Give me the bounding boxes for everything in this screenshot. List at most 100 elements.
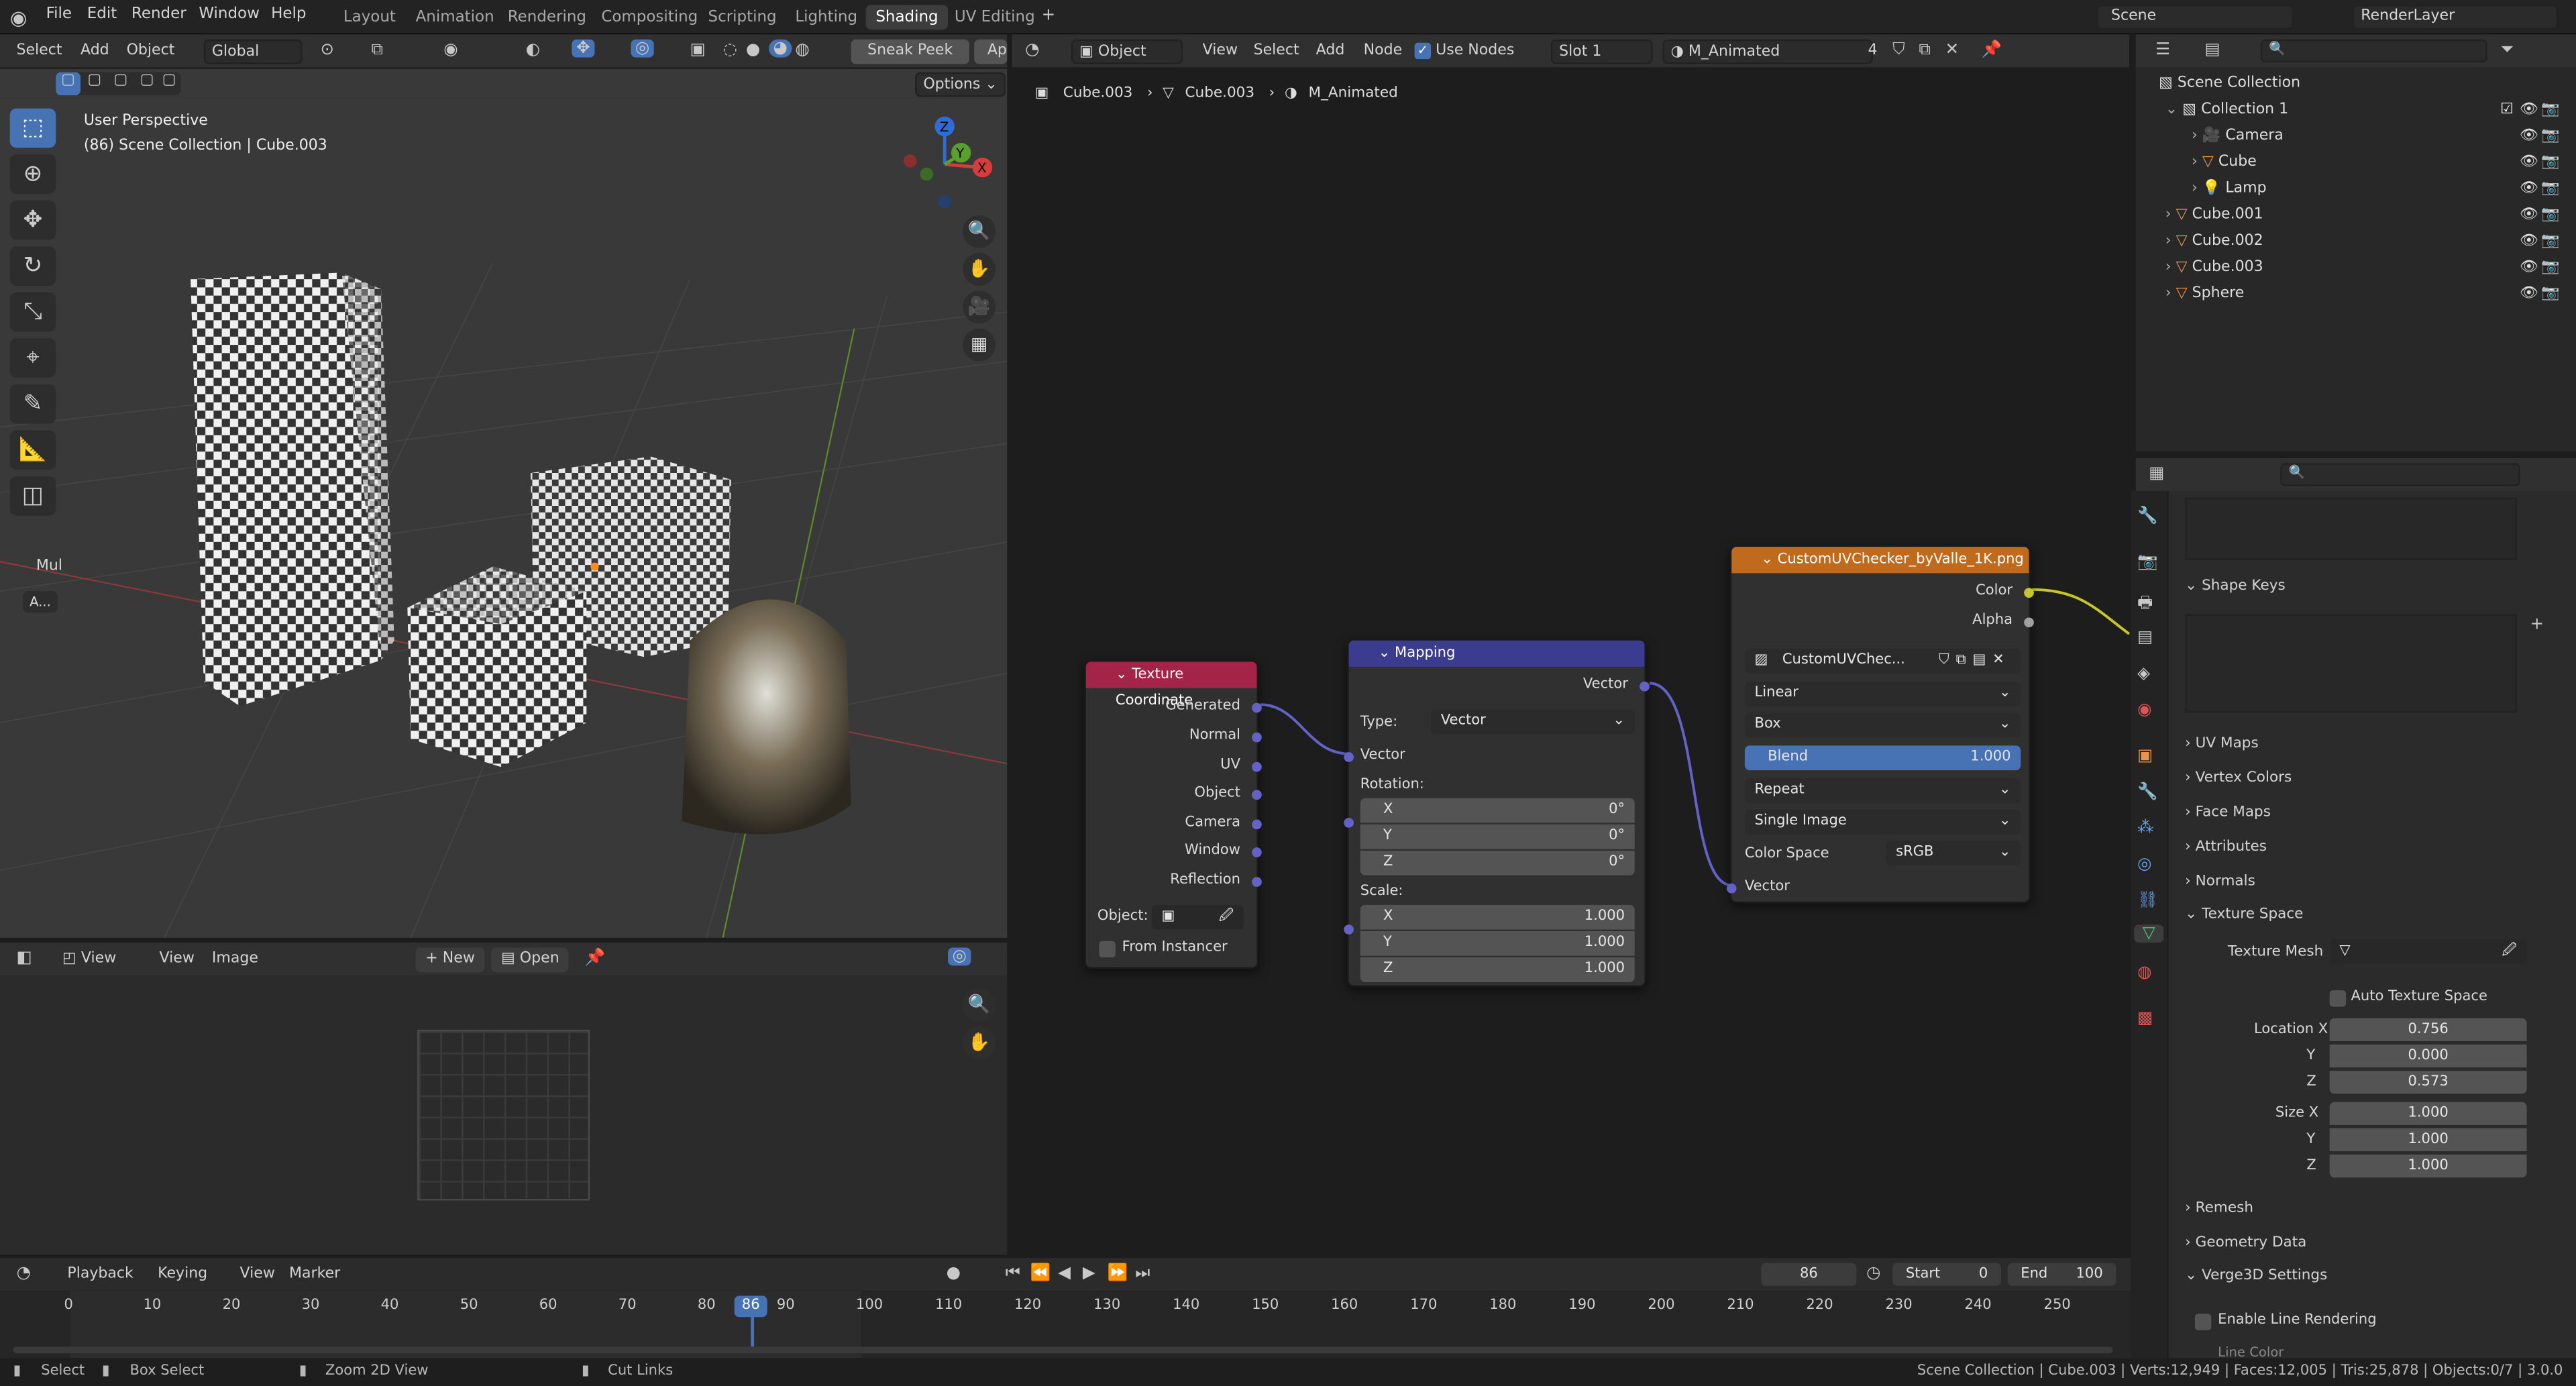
tab-layout[interactable]: Layout [333,5,405,30]
socket-camera[interactable] [1252,819,1262,830]
scale-x-field[interactable]: X 1.000 [1360,904,1635,930]
select-new-icon[interactable]: ▢ [56,72,81,95]
navigation-gizmo[interactable]: Z X Y [894,111,999,217]
attributes-panel[interactable]: › Attributes [2185,831,2267,864]
outliner-display-mode-icon[interactable]: ▤ [2205,41,2220,59]
tab-compositing[interactable]: Compositing [592,5,708,30]
output-tab-icon[interactable]: 🖶 [2137,591,2153,619]
image-node-header[interactable]: ⌄ CustomUVChecker_byValle_1K.png [1731,547,2029,574]
socket-normal[interactable] [1252,732,1262,743]
shading-solid-icon[interactable]: ● [746,41,760,59]
outliner-scene-collection[interactable]: ▧ Scene Collection [2159,70,2300,97]
mapping-node-header[interactable]: ⌄ Mapping [1348,640,1645,667]
size-y-field[interactable]: 1.000 [2329,1128,2527,1152]
particles-tab-icon[interactable]: ⁂ [2137,820,2153,838]
shading-wireframe-icon[interactable]: ◌ [723,41,737,59]
menu-render[interactable]: Render [131,5,186,23]
mapping-output-socket[interactable] [1640,681,1650,692]
texcoord-node-header[interactable]: ⌄ Texture Coordinate [1085,661,1257,710]
rotation-input-socket[interactable] [1344,818,1354,828]
ap-button[interactable]: Ap [974,39,1008,64]
image-zoom-icon[interactable]: 🔍 [963,988,996,1022]
line-rendering-checkbox[interactable] [2194,1314,2212,1330]
image-unlink-icon[interactable]: ✕ [1992,652,2010,668]
auto-texture-space-checkbox[interactable] [2329,990,2347,1007]
render-camera-icon[interactable]: 📷 [2541,281,2559,307]
render-camera-icon[interactable]: 📷 [2541,202,2559,228]
editor-type-icon[interactable]: ◧ [16,949,32,967]
face-maps-panel[interactable]: › Face Maps [2185,796,2271,829]
outliner-item[interactable]: › 🎥 Camera 👁 📷 [2192,123,2560,150]
color-output-socket[interactable] [2024,588,2034,598]
render-camera-icon[interactable]: 📷 [2541,254,2559,280]
zoom-icon[interactable]: 🔍 [963,215,996,248]
options-dropdown[interactable]: Options ⌄ [915,72,1006,97]
source-dropdown[interactable]: Single Image ⌄ [1744,809,2021,835]
select-subtract-icon[interactable]: ▢ [109,72,133,89]
cursor-tool-icon[interactable]: ⊕ [9,154,56,194]
sneak-peek-button[interactable]: Sneak Peek [851,39,969,64]
render-camera-icon[interactable]: 📷 [2541,176,2559,202]
material-users-count[interactable]: 4 [1868,40,1878,64]
texture-space-panel[interactable]: ⌄ Texture Space [2185,898,2303,931]
keying-menu[interactable]: Keying [158,1263,207,1288]
uv-maps-panel[interactable]: › UV Maps [2185,727,2259,760]
next-key-icon[interactable]: ⏩ [1108,1265,1128,1283]
select-intersect-icon[interactable]: ▢ [158,72,180,89]
timeline-area[interactable]: 0 10 20 30 40 50 60 70 80 90 100 110 120 130 140 150 160… [0,1291,2131,1358]
location-x-field[interactable]: 0.756 [2329,1018,2527,1042]
texture-coordinate-node[interactable]: ⌄ Texture Coordinate Generated Normal UV… [1084,660,1262,969]
tab-rendering[interactable]: Rendering [498,5,596,30]
blender-logo-icon[interactable]: ◉ [10,7,28,30]
image-texture-node[interactable]: ⌄ CustomUVChecker_byValle_1K.png Color A… [1726,545,2034,904]
image-pan-icon[interactable]: ✋ [963,1026,996,1059]
render-camera-icon[interactable]: 📷 [2541,123,2559,150]
orientation-dropdown[interactable]: Global [203,39,303,64]
visibility-eye-icon[interactable]: 👁 [2520,150,2538,176]
clock-icon[interactable]: ◷ [1866,1265,1880,1283]
socket-object[interactable] [1252,790,1262,800]
projection-dropdown[interactable]: Box ⌄ [1744,712,2021,738]
viewport-object-menu[interactable]: Object [127,40,175,64]
tab-lighting[interactable]: Lighting [786,5,867,30]
marker-menu[interactable]: Marker [289,1263,340,1288]
outliner-item[interactable]: › ▽ Cube.002 👁 📷 [2165,228,2560,254]
world-tab-icon[interactable]: ◉ [2137,701,2151,719]
visibility-eye-icon[interactable]: 👁 [2520,254,2538,280]
record-icon[interactable]: ● [947,1265,961,1283]
rotation-x-field[interactable]: X 0° [1360,798,1635,823]
duplicate-material-icon[interactable]: ⧉ [1919,41,1930,59]
select-difference-icon[interactable]: ▢ [135,72,160,89]
render-camera-icon[interactable]: 📷 [2541,150,2559,176]
socket-reflection[interactable] [1252,877,1262,887]
normals-panel[interactable]: › Normals [2185,865,2255,898]
tab-shading[interactable]: Shading [865,5,949,30]
measure-tool-icon[interactable]: 📐 [9,430,56,470]
scale-tool-icon[interactable]: ⤡ [9,292,56,332]
proportional-icon[interactable]: ◉ [443,41,458,59]
add-shape-key-icon[interactable]: + [2530,616,2544,634]
node-add-menu[interactable]: Add [1316,40,1345,64]
tool-tab-icon[interactable]: 🔧 [2137,507,2157,525]
location-y-field[interactable]: 0.000 [2329,1044,2527,1068]
node-editor-type-icon[interactable]: ◔ [1025,41,1039,59]
timeline-view-menu[interactable]: View [240,1263,275,1288]
timeline-scrollbar[interactable] [13,1346,2113,1354]
shape-keys-panel[interactable]: ⌄ Shape Keys [2185,570,2286,602]
unlink-material-icon[interactable]: ✕ [1945,41,1960,59]
constraints-tab-icon[interactable]: ⛓ [2137,892,2158,910]
rotation-z-field[interactable]: Z 0° [1360,851,1635,875]
node-node-menu[interactable]: Node [1364,40,1403,64]
image-duplicate-icon[interactable]: ⧉ [1956,652,1973,668]
image-image-menu[interactable]: Image [212,947,258,972]
image-overlay-icon[interactable]: ◎ [948,947,971,966]
outliner-item[interactable]: › ▽ Cube.001 👁 📷 [2165,202,2560,228]
properties-type-icon[interactable]: ▦ [2149,465,2164,483]
socket-generated[interactable] [1252,702,1262,713]
tab-scripting[interactable]: Scripting [698,5,787,30]
verge3d-settings-panel[interactable]: ⌄ Verge3D Settings [2185,1260,2327,1293]
size-z-field[interactable]: 1.000 [2329,1154,2527,1178]
add-cube-tool-icon[interactable]: ◫ [9,476,56,516]
remesh-panel[interactable]: › Remesh [2185,1192,2253,1225]
pin-icon[interactable]: 📌 [585,949,605,967]
